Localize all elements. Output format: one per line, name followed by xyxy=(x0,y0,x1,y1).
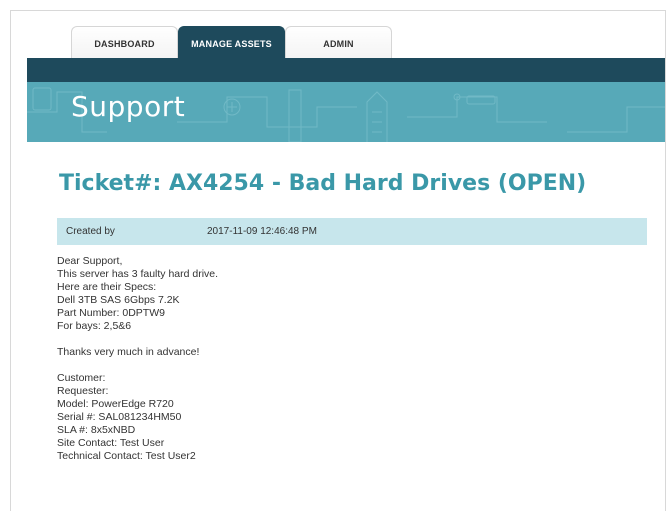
message-line: Here are their Specs: xyxy=(57,281,157,293)
support-banner: Support xyxy=(27,82,665,142)
message-line: This server has 3 faulty hard drive. xyxy=(57,268,219,280)
message-line: Customer: xyxy=(57,372,106,384)
ticket-meta-bar: Created by 2017-11-09 12:46:48 PM xyxy=(57,218,647,245)
message-line: Thanks very much in advance! xyxy=(57,346,200,358)
message-line: For bays: 2,5&6 xyxy=(57,320,132,332)
navbar xyxy=(27,58,665,82)
message-line: Serial #: SAL081234HM50 xyxy=(57,411,182,423)
message-line: Dell 3TB SAS 6Gbps 7.2K xyxy=(57,294,180,306)
created-timestamp: 2017-11-09 12:46:48 PM xyxy=(207,226,317,237)
message-line: Model: PowerEdge R720 xyxy=(57,398,174,410)
message-line: Technical Contact: Test User2 xyxy=(57,450,196,462)
ticket-title: Ticket#: AX4254 - Bad Hard Drives (OPEN) xyxy=(59,171,587,196)
page-title: Support xyxy=(71,90,186,123)
tab-dashboard[interactable]: DASHBOARD xyxy=(71,26,178,60)
message-line: Part Number: 0DPTW9 xyxy=(57,307,165,319)
message-line: Requester: xyxy=(57,385,109,397)
created-by-label: Created by xyxy=(66,226,115,237)
tab-admin[interactable]: ADMIN xyxy=(285,26,392,60)
tab-manage-assets[interactable]: MANAGE ASSETS xyxy=(178,26,285,60)
message-line: SLA #: 8x5xNBD xyxy=(57,424,136,436)
message-line: Site Contact: Test User xyxy=(57,437,165,449)
ticket-message: Dear Support, This server has 3 faulty h… xyxy=(57,255,647,463)
page-frame: DASHBOARD MANAGE ASSETS ADMIN Support Ti… xyxy=(10,10,666,511)
message-line: Dear Support, xyxy=(57,255,123,267)
